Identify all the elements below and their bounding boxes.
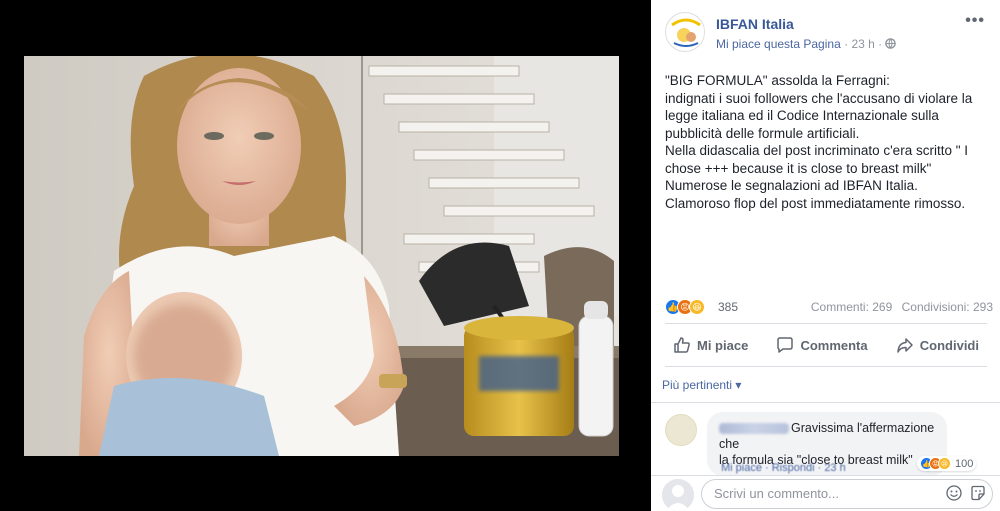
comment-reaction-count: 100 bbox=[955, 457, 974, 470]
page-avatar[interactable] bbox=[665, 12, 705, 52]
post-text-line: Nella didascalia del post incriminato c'… bbox=[665, 143, 968, 158]
comment-sort-dropdown[interactable]: Più pertinenti ▾ bbox=[662, 378, 741, 392]
composer-icons bbox=[946, 485, 986, 501]
post-time[interactable]: 23 h bbox=[851, 37, 874, 51]
share-button[interactable]: Condividi bbox=[888, 330, 987, 360]
share-icon bbox=[897, 338, 913, 353]
shares-count[interactable]: Condivisioni: 293 bbox=[902, 300, 993, 314]
emoji-icon[interactable] bbox=[946, 485, 962, 501]
reaction-count[interactable]: 385 bbox=[718, 300, 738, 314]
meta-separator-2: · bbox=[878, 37, 883, 51]
divider bbox=[651, 402, 1000, 403]
sad-reaction-icon: 😢 bbox=[938, 457, 951, 470]
action-bar: Mi piace Commenta Condividi bbox=[665, 330, 987, 360]
meta-separator: · bbox=[844, 37, 849, 51]
comment-icon bbox=[777, 337, 794, 353]
user-avatar bbox=[662, 479, 694, 511]
post-text-line: pubblicità delle formule artificiali. bbox=[665, 125, 860, 141]
post-photo[interactable] bbox=[24, 56, 619, 456]
comment-label: Commenta bbox=[800, 337, 868, 353]
post-stats: 👍 😡 😆 385 Commenti: 269 Condivisioni: 29… bbox=[665, 297, 993, 317]
commenter-name-blurred[interactable] bbox=[719, 423, 789, 435]
post-side-panel: IBFAN Italia Mi piace questa Pagina · 23… bbox=[651, 0, 1000, 511]
post-text: "BIG FORMULA" assolda la Ferragni: indig… bbox=[665, 72, 990, 212]
post-text-line: Clamoroso flop del post immediatamente r… bbox=[665, 195, 966, 211]
ibfan-logo-icon bbox=[667, 14, 704, 51]
like-page-link[interactable]: Mi piace questa Pagina bbox=[716, 37, 841, 51]
post-text-line: legge italiana ed il Codice Internaziona… bbox=[665, 108, 939, 123]
like-button[interactable]: Mi piace bbox=[665, 330, 756, 360]
page-name[interactable]: IBFAN Italia bbox=[716, 16, 794, 32]
comment-actions[interactable]: Mi piace · Rispondi · 23 h bbox=[721, 462, 846, 474]
post-header: IBFAN Italia Mi piace questa Pagina · 23… bbox=[665, 12, 985, 56]
more-options-icon[interactable]: ••• bbox=[965, 12, 985, 30]
divider bbox=[665, 366, 987, 367]
comment-reactions[interactable]: 👍 😡 😢 100 bbox=[917, 456, 977, 471]
comment-composer: Scrivi un commento... bbox=[651, 475, 1000, 511]
post-text-line: Numerose le segnalazioni ad IBFAN Italia… bbox=[665, 178, 918, 193]
post-meta: Mi piace questa Pagina · 23 h · bbox=[716, 37, 897, 51]
post-text-line: indignati i suoi followers che l'accusan… bbox=[665, 90, 973, 106]
commenter-avatar[interactable] bbox=[665, 414, 697, 446]
photo-viewer bbox=[0, 0, 651, 511]
photo-illustration bbox=[24, 56, 619, 456]
post-text-line: chose +++ because it is close to breast … bbox=[665, 160, 932, 176]
like-label: Mi piace bbox=[697, 337, 749, 353]
haha-reaction-icon: 😆 bbox=[689, 299, 705, 315]
comment-item: Gravissima l'affermazione che la formula… bbox=[665, 412, 995, 476]
sticker-icon[interactable] bbox=[970, 485, 986, 501]
post-text-line: "BIG FORMULA" assolda la Ferragni: bbox=[665, 73, 890, 88]
engagement-counts: Commenti: 269 Condivisioni: 293 bbox=[805, 300, 993, 314]
share-label: Condividi bbox=[919, 337, 979, 353]
default-avatar-icon bbox=[662, 479, 694, 511]
comment-button[interactable]: Commenta bbox=[768, 330, 875, 360]
globe-icon bbox=[885, 38, 897, 49]
divider bbox=[665, 323, 987, 324]
thumbs-up-icon bbox=[674, 337, 690, 353]
comments-count[interactable]: Commenti: 269 bbox=[811, 300, 892, 314]
reactions-summary[interactable]: 👍 😡 😆 bbox=[665, 298, 705, 316]
